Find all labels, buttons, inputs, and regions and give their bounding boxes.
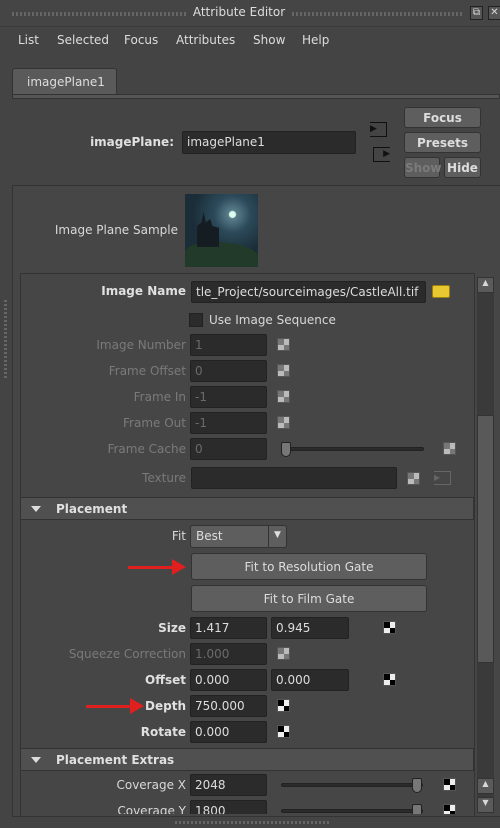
show-button[interactable]: Show — [404, 157, 442, 178]
chevron-down-icon: ▼ — [268, 526, 286, 547]
tab-bar — [12, 94, 500, 99]
fit-dropdown-value: Best — [196, 529, 223, 543]
keyframe-icon[interactable] — [443, 778, 456, 791]
collapse-triangle-icon — [31, 506, 41, 512]
float-icon[interactable]: ⧉ — [470, 6, 483, 20]
frame-cache-label: Frame Cache — [107, 442, 186, 456]
menu-list[interactable]: List — [18, 33, 39, 47]
folder-icon[interactable] — [432, 285, 450, 298]
coverage-x-slider-thumb[interactable] — [412, 778, 422, 793]
rotate-label: Rotate — [140, 725, 186, 739]
image-name-input[interactable]: tle_Project/sourceimages/CastleAll.tif — [191, 281, 426, 303]
frame-in-input[interactable]: -1 — [190, 386, 267, 408]
depth-input[interactable]: 750.000 — [190, 695, 267, 717]
frame-offset-input[interactable]: 0 — [190, 360, 267, 382]
frame-offset-label: Frame Offset — [108, 364, 186, 378]
keyframe-icon[interactable] — [407, 472, 420, 485]
hide-button[interactable]: Hide — [444, 157, 481, 178]
coverage-x-input[interactable]: 2048 — [190, 774, 267, 796]
node-label: imagePlane: — [90, 135, 174, 149]
keyframe-icon[interactable] — [443, 442, 456, 455]
texture-input[interactable] — [191, 467, 397, 489]
keyframe-icon[interactable] — [277, 364, 290, 377]
extras-rows: Coverage X 2048 Coverage Y 1800 — [20, 772, 475, 814]
coverage-y-slider[interactable] — [281, 809, 423, 813]
keyframe-icon[interactable] — [383, 673, 396, 686]
keyframe-icon[interactable] — [383, 621, 396, 634]
side-grip[interactable] — [4, 300, 7, 380]
title-grip — [292, 12, 464, 16]
resize-grip[interactable] — [175, 821, 330, 824]
coverage-x-label: Coverage X — [116, 778, 186, 792]
output-connection-icon[interactable]: ▶ — [373, 147, 390, 162]
frame-cache-input[interactable]: 0 — [190, 438, 267, 460]
image-name-label: Image Name — [101, 284, 186, 298]
placement-header-label: Placement — [56, 502, 128, 516]
rotate-input[interactable]: 0.000 — [190, 721, 267, 743]
tab-imageplane1[interactable]: imagePlane1 — [12, 68, 117, 95]
image-number-label: Image Number — [96, 338, 186, 352]
annotation-arrow — [86, 698, 144, 714]
collapse-triangle-icon — [31, 757, 41, 763]
fit-dropdown[interactable]: Best ▼ — [190, 525, 287, 548]
coverage-y-label: Coverage Y — [117, 804, 186, 814]
menu-help[interactable]: Help — [302, 33, 329, 47]
offset-x-input[interactable]: 0.000 — [190, 669, 267, 691]
annotation-arrow — [128, 559, 186, 575]
keyframe-icon[interactable] — [277, 390, 290, 403]
size-label: Size — [158, 621, 186, 635]
frame-out-input[interactable]: -1 — [190, 412, 267, 434]
coverage-y-input[interactable]: 1800 — [190, 800, 267, 814]
squeeze-correction-input[interactable]: 1.000 — [190, 643, 267, 665]
coverage-y-slider-thumb[interactable] — [412, 804, 422, 814]
frame-cache-slider[interactable] — [282, 447, 424, 451]
use-image-sequence-checkbox[interactable] — [189, 313, 203, 327]
coverage-x-slider[interactable] — [281, 783, 423, 787]
image-plane-thumbnail — [185, 194, 258, 267]
squeeze-correction-label: Squeeze Correction — [68, 647, 186, 661]
texture-label: Texture — [142, 471, 186, 485]
scroll-up-icon[interactable]: ▲ — [477, 778, 494, 794]
scrollbar[interactable]: ▲ ▲ ▼ — [477, 277, 494, 813]
frame-out-label: Frame Out — [123, 416, 186, 430]
size-y-input[interactable]: 0.945 — [271, 617, 349, 639]
scroll-down-icon[interactable]: ▼ — [477, 797, 494, 813]
image-number-input[interactable]: 1 — [190, 334, 267, 356]
thumbnail-castle — [197, 212, 219, 247]
frame-cache-slider-thumb[interactable] — [281, 442, 291, 457]
menu-attributes[interactable]: Attributes — [176, 33, 235, 47]
close-icon[interactable]: ✕ — [488, 6, 500, 20]
placement-section-header[interactable]: Placement — [20, 497, 474, 520]
menu-show[interactable]: Show — [253, 33, 285, 47]
scrollbar-thumb[interactable] — [477, 415, 494, 663]
menu-selected[interactable]: Selected — [57, 33, 109, 47]
node-name-input[interactable]: imagePlane1 — [182, 131, 356, 154]
use-image-sequence-label: Use Image Sequence — [209, 313, 336, 327]
keyframe-icon[interactable] — [277, 338, 290, 351]
sample-label: Image Plane Sample — [54, 223, 178, 237]
thumbnail-hill — [185, 242, 258, 267]
title-bar[interactable]: Attribute Editor ⧉ ✕ — [0, 0, 500, 27]
frame-in-label: Frame In — [133, 390, 186, 404]
keyframe-icon[interactable] — [277, 416, 290, 429]
keyframe-icon[interactable] — [277, 725, 290, 738]
menu-focus[interactable]: Focus — [124, 33, 158, 47]
keyframe-icon[interactable] — [443, 804, 456, 814]
placement-extras-section-header[interactable]: Placement Extras — [20, 748, 474, 771]
fit-to-film-gate-button[interactable]: Fit to Film Gate — [191, 585, 427, 612]
texture-connection-icon[interactable]: ▶ — [434, 471, 451, 485]
fit-to-resolution-gate-button[interactable]: Fit to Resolution Gate — [191, 553, 427, 580]
keyframe-icon[interactable] — [277, 699, 290, 712]
keyframe-icon[interactable] — [277, 647, 290, 660]
placement-extras-header-label: Placement Extras — [56, 753, 175, 767]
fit-label: Fit — [171, 529, 186, 543]
size-x-input[interactable]: 1.417 — [190, 617, 267, 639]
scroll-up-icon[interactable]: ▲ — [477, 277, 494, 293]
offset-label: Offset — [145, 673, 186, 687]
input-connection-icon[interactable]: ▶ — [370, 122, 387, 137]
offset-y-input[interactable]: 0.000 — [271, 669, 349, 691]
presets-button[interactable]: Presets — [404, 132, 481, 153]
focus-button[interactable]: Focus — [404, 107, 481, 128]
